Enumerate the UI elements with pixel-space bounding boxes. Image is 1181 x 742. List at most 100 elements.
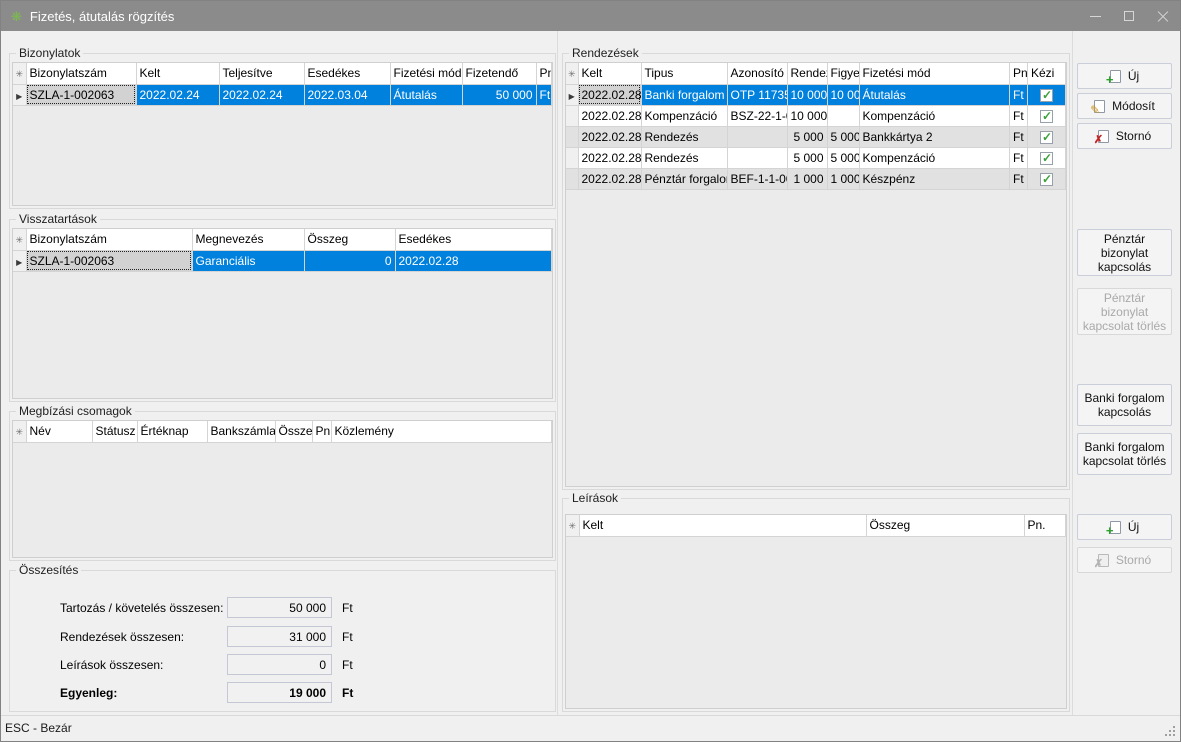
cell-kelt[interactable]: 2022.02.28 xyxy=(578,84,641,105)
col-teljesitve[interactable]: Teljesítve xyxy=(219,63,304,84)
cell-esedekes[interactable]: 2022.03.04 xyxy=(304,84,390,105)
banki-forgalom-kapcsolat-torles-button[interactable]: Banki forgalom kapcsolat törlés xyxy=(1077,433,1172,475)
col-osszeg[interactable]: Összeg xyxy=(275,421,312,442)
col-figyelembe[interactable]: Figyel xyxy=(827,63,859,84)
col-rendezett[interactable]: Rendez xyxy=(787,63,827,84)
col-kelt[interactable]: Kelt xyxy=(579,515,866,536)
cell-fizetesi-mod[interactable]: Kompenzáció xyxy=(859,147,1010,168)
cell-rendezett[interactable]: 10 000 xyxy=(787,84,827,105)
kezi-checkbox[interactable] xyxy=(1040,152,1053,165)
cell-pn[interactable]: Ft xyxy=(536,84,552,105)
cell-azonosito[interactable]: BEF-1-1-00 xyxy=(727,168,787,189)
cell-figyelembe[interactable]: 5 000 xyxy=(827,126,859,147)
col-megnevezes[interactable]: Megnevezés xyxy=(192,229,304,250)
col-fizetesi-mod[interactable]: Fizetési mód xyxy=(859,63,1010,84)
cell-tipus[interactable]: Pénztár forgalom xyxy=(641,168,727,189)
col-bizonylatszam[interactable]: Bizonylatszám xyxy=(26,63,136,84)
leirasok-uj-button[interactable]: Új xyxy=(1077,514,1172,540)
cell-bizonylatszam[interactable]: SZLA-1-002063 xyxy=(26,84,136,105)
storno-button[interactable]: Stornó xyxy=(1077,123,1172,149)
minimize-icon[interactable] xyxy=(1078,1,1112,31)
col-azonosito[interactable]: Azonosító xyxy=(727,63,787,84)
cell-rendezett[interactable]: 10 000 xyxy=(787,105,827,126)
cell-figyelembe[interactable]: 5 000 xyxy=(827,147,859,168)
cell-kelt[interactable]: 2022.02.24 xyxy=(136,84,219,105)
cell-pn[interactable]: Ft xyxy=(1010,84,1028,105)
cell-osszeg[interactable]: 0 xyxy=(304,250,395,271)
cell-tipus[interactable]: Kompenzáció xyxy=(641,105,727,126)
col-osszeg[interactable]: Összeg xyxy=(866,515,1024,536)
cell-pn[interactable]: Ft xyxy=(1010,168,1028,189)
cell-figyelembe[interactable] xyxy=(827,105,859,126)
cell-pn[interactable]: Ft xyxy=(1010,105,1028,126)
col-pn[interactable]: Pn. xyxy=(1024,515,1066,536)
col-bizonylatszam[interactable]: Bizonylatszám xyxy=(26,229,192,250)
cell-kelt[interactable]: 2022.02.28 xyxy=(578,168,641,189)
cell-figyelembe[interactable]: 1 000 xyxy=(827,168,859,189)
penztar-bizonylat-kapcsolas-button[interactable]: Pénztár bizonylat kapcsolás xyxy=(1077,229,1172,276)
penztar-bizonylat-kapcsolat-torles-button[interactable]: Pénztár bizonylat kapcsolat törlés xyxy=(1077,288,1172,335)
leirasok-input[interactable] xyxy=(227,654,332,675)
col-fizetendo[interactable]: Fizetendő xyxy=(462,63,536,84)
col-erteknap[interactable]: Értéknap xyxy=(137,421,207,442)
cell-kezi[interactable] xyxy=(1028,105,1066,126)
cell-figyelembe[interactable]: 10 000 xyxy=(827,84,859,105)
banki-forgalom-kapcsolas-button[interactable]: Banki forgalom kapcsolás xyxy=(1077,384,1172,426)
cell-tipus[interactable]: Banki forgalom xyxy=(641,84,727,105)
cell-esedekes[interactable]: 2022.02.28 xyxy=(395,250,552,271)
cell-kelt[interactable]: 2022.02.28 xyxy=(578,105,641,126)
cell-azonosito[interactable]: BSZ-22-1-00 xyxy=(727,105,787,126)
col-osszeg[interactable]: Összeg xyxy=(304,229,395,250)
cell-pn[interactable]: Ft xyxy=(1010,126,1028,147)
kezi-checkbox[interactable] xyxy=(1040,110,1053,123)
egyenleg-input[interactable] xyxy=(227,682,332,703)
kezi-checkbox[interactable] xyxy=(1040,89,1053,102)
kezi-checkbox[interactable] xyxy=(1040,173,1053,186)
col-esedekes[interactable]: Esedékes xyxy=(304,63,390,84)
col-pn[interactable]: Pn xyxy=(1010,63,1028,84)
leirasok-storno-button[interactable]: Stornó xyxy=(1077,547,1172,573)
cell-kelt[interactable]: 2022.02.28 xyxy=(578,126,641,147)
resize-grip-icon[interactable] xyxy=(1165,726,1176,737)
col-statusz[interactable]: Státusz xyxy=(92,421,137,442)
cell-kezi[interactable] xyxy=(1028,147,1066,168)
col-kezi[interactable]: Kézi xyxy=(1028,63,1066,84)
col-kelt[interactable]: Kelt xyxy=(136,63,219,84)
col-nev[interactable]: Név xyxy=(26,421,92,442)
cell-kezi[interactable] xyxy=(1028,168,1066,189)
cell-megnevezes[interactable]: Garanciális xyxy=(192,250,304,271)
cell-tipus[interactable]: Rendezés xyxy=(641,126,727,147)
col-fizetesi-mod[interactable]: Fizetési mód xyxy=(390,63,462,84)
cell-fizetesi-mod[interactable]: Készpénz xyxy=(859,168,1010,189)
cell-fizetendo[interactable]: 50 000 xyxy=(462,84,536,105)
cell-fizetesi-mod[interactable]: Átutalás xyxy=(859,84,1010,105)
cell-rendezett[interactable]: 5 000 xyxy=(787,147,827,168)
maximize-icon[interactable] xyxy=(1112,1,1146,31)
col-pn[interactable]: Pn xyxy=(312,421,331,442)
modosit-button[interactable]: Módosít xyxy=(1077,93,1172,119)
cell-kezi[interactable] xyxy=(1028,126,1066,147)
col-bankszamla[interactable]: Bankszámla xyxy=(207,421,275,442)
cell-rendezett[interactable]: 5 000 xyxy=(787,126,827,147)
close-icon[interactable] xyxy=(1146,1,1180,31)
cell-fizetesi-mod[interactable]: Bankkártya 2 xyxy=(859,126,1010,147)
cell-azonosito[interactable] xyxy=(727,147,787,168)
cell-azonosito[interactable] xyxy=(727,126,787,147)
cell-rendezett[interactable]: 1 000 xyxy=(787,168,827,189)
cell-fizetesi-mod[interactable]: Átutalás xyxy=(390,84,462,105)
cell-bizonylatszam[interactable]: SZLA-1-002063 xyxy=(26,250,192,271)
col-kelt[interactable]: Kelt xyxy=(578,63,641,84)
rendezesek-input[interactable] xyxy=(227,626,332,647)
col-pn[interactable]: Pn xyxy=(536,63,552,84)
uj-button[interactable]: Új xyxy=(1077,63,1172,89)
cell-teljesitve[interactable]: 2022.02.24 xyxy=(219,84,304,105)
col-tipus[interactable]: Tipus xyxy=(641,63,727,84)
col-kozlemeny[interactable]: Közlemény xyxy=(331,421,552,442)
cell-fizetesi-mod[interactable]: Kompenzáció xyxy=(859,105,1010,126)
tartozas-input[interactable] xyxy=(227,597,332,618)
kezi-checkbox[interactable] xyxy=(1040,131,1053,144)
cell-kelt[interactable]: 2022.02.28 xyxy=(578,147,641,168)
cell-tipus[interactable]: Rendezés xyxy=(641,147,727,168)
cell-azonosito[interactable]: OTP 117350 xyxy=(727,84,787,105)
col-esedekes[interactable]: Esedékes xyxy=(395,229,552,250)
